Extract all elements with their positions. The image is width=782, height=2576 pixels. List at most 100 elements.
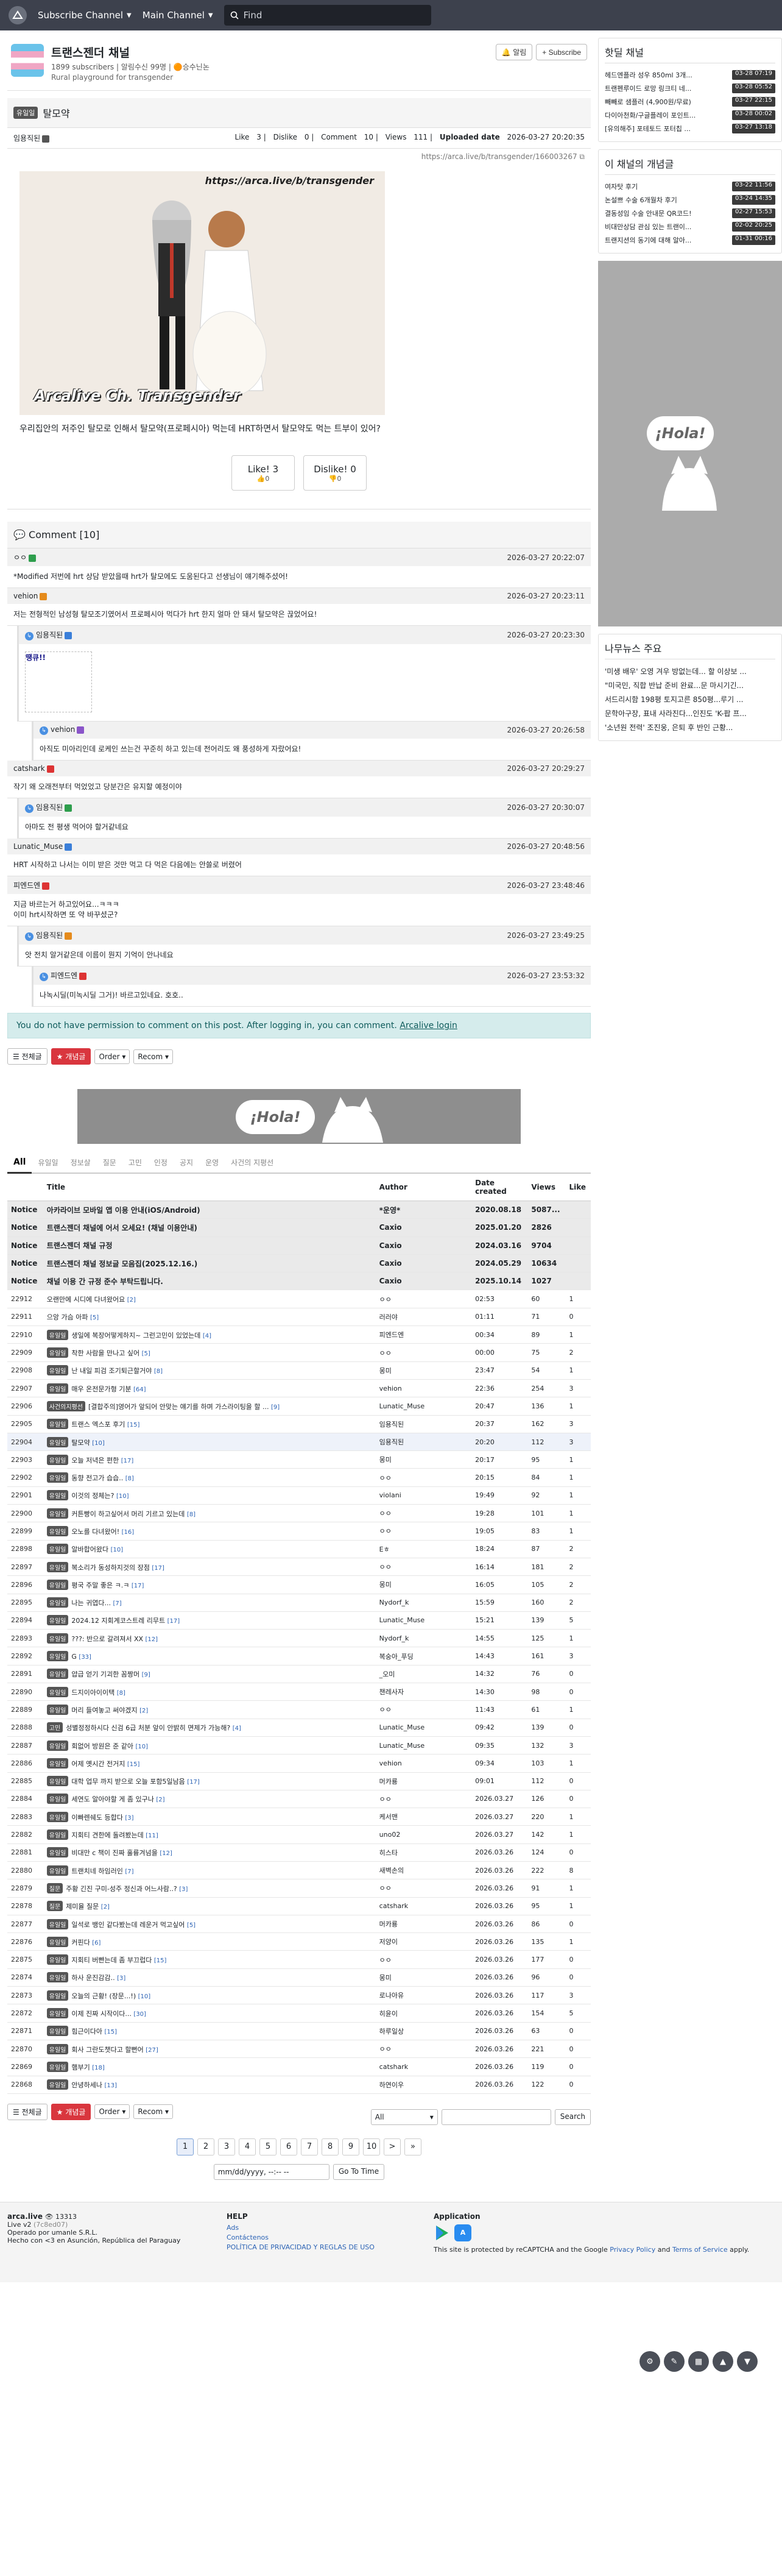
post-title[interactable]: 알바합어왔다 xyxy=(71,1545,108,1553)
comment-author[interactable]: catshark xyxy=(13,764,54,773)
post-title[interactable]: 오늘 저녁은 편한 xyxy=(71,1457,119,1464)
notice-row[interactable]: Notice 트랜스젠더 채널 규정 Caxio 2024.03.16 9704 xyxy=(7,1237,591,1255)
post-author[interactable]: ㅇㅇ xyxy=(375,1290,472,1308)
edit-icon[interactable]: ✎ xyxy=(664,2351,685,2372)
comment-author[interactable]: vehion xyxy=(13,592,48,600)
post-title-cell[interactable]: 유일일 이빠렌쉐도 등합다 [3] xyxy=(43,1808,376,1826)
post-author[interactable]: Nydorf_k xyxy=(375,1594,472,1612)
post-title[interactable]: 오늘의 근황! (장문...!) xyxy=(71,1992,136,2000)
post-title-cell[interactable]: 유일일 회사 그란도챗다고 할뻔어 [27] xyxy=(43,2040,376,2059)
article-author[interactable]: 임용직된 xyxy=(13,133,50,143)
table-row[interactable]: 22891 유일일 얍급 얻기 기괴한 꼼짱머 [9] _오미 14:32 76 0 xyxy=(7,1665,591,1684)
notice-row[interactable]: Notice 채널 이용 간 규정 준수 부탁드립니다. Caxio 2025.10.… xyxy=(7,1272,591,1291)
table-row[interactable]: 22871 유일일 힘근이다아 [15] 하루일상 2026.03.26 63 0 xyxy=(7,2022,591,2040)
footer-link-ads[interactable]: Ads xyxy=(227,2223,409,2233)
post-title[interactable]: 탈모약 xyxy=(71,1439,90,1447)
post-title-cell[interactable]: 유일일 탈모약 [10] xyxy=(43,1433,376,1452)
post-title[interactable]: G xyxy=(71,1653,77,1661)
post-title[interactable]: 트랜스 엑스포 후기 xyxy=(71,1421,125,1428)
main-channel-menu[interactable]: Main Channel ▼ xyxy=(143,10,213,21)
news-item[interactable]: '미생 배우' 오영 겨우 방없는데... 할 이상보 ... xyxy=(605,664,775,678)
sidebar-list-item[interactable]: 빼빼로 샘플러 (4,900원/무료) 03-27 22:15 xyxy=(605,95,775,108)
sidebar-list-item[interactable]: [유의해주] 포테토드 포터칩 ... 03-27 13:18 xyxy=(605,122,775,135)
post-title[interactable]: 회없어 방원은 준 같아 xyxy=(71,1742,133,1750)
post-author[interactable]: ㅇㅇ xyxy=(375,1879,472,1898)
post-title[interactable]: 비대만 c 책이 진짜 훌륭겨넘을 xyxy=(71,1849,157,1857)
subscribe-button[interactable]: + Subscribe xyxy=(536,44,587,60)
post-title-cell[interactable]: 유일일 평국 주말 좋은 ㅋ.ㅋ [17] xyxy=(43,1575,376,1594)
post-title-cell[interactable]: 유일일 2024.12 지회계코스트레 리무트 [17] xyxy=(43,1611,376,1630)
post-title[interactable]: 회사 그란도챗다고 할뻔어 xyxy=(71,2046,143,2054)
comment-author[interactable]: ㅇㅇ xyxy=(13,552,37,562)
hotdeal-title[interactable]: 핫딜 채널 xyxy=(605,44,775,63)
post-title[interactable]: 힘근이다아 xyxy=(71,2028,102,2035)
table-row[interactable]: 22901 유일일 이것의 정체는? [10] violani 19:49 92 1 xyxy=(7,1486,591,1505)
goto-time-button[interactable]: Go To Time xyxy=(333,2163,385,2180)
post-title[interactable]: [결합주의]영어가 앞되어 안맞는 얘기를 하며 가스라이팅을 할 ... xyxy=(88,1403,269,1411)
page-button[interactable]: 9 xyxy=(342,2138,359,2156)
post-author[interactable]: Lunatic_Muse xyxy=(375,1397,472,1416)
post-title-cell[interactable]: 유일일 하사 운진감감.. [3] xyxy=(43,1968,376,1987)
post-author[interactable]: 임용직된 xyxy=(375,1433,472,1452)
post-author[interactable]: catshark xyxy=(375,2057,472,2076)
post-author[interactable]: vehion xyxy=(375,1379,472,1398)
post-title-cell[interactable]: 유일일 지회티 버빤는데 좀 부끄럽다 [15] xyxy=(43,1950,376,1969)
post-title[interactable]: 하사 운진감감.. xyxy=(71,1974,114,1982)
google-play-icon[interactable] xyxy=(434,2224,451,2241)
table-row[interactable]: 22912 오랜만에 시디에 다녀왔어요 [2] ㅇㅇ 02:53 60 1 xyxy=(7,1290,591,1308)
post-author[interactable]: 몽미 xyxy=(375,1361,472,1380)
post-title-cell[interactable]: 유일일 커핀다 [6] xyxy=(43,1932,376,1951)
post-title[interactable]: 드지이아이이택 xyxy=(71,1689,114,1697)
post-author[interactable]: 러러야 xyxy=(375,1308,472,1327)
post-title[interactable]: 햄부기 xyxy=(71,2063,90,2071)
post-author[interactable]: ㅇㅇ xyxy=(375,1700,472,1719)
search-input[interactable]: Find xyxy=(224,5,431,26)
channel-title[interactable]: 트랜스젠더 채널 xyxy=(51,44,496,60)
post-author[interactable]: 몽미 xyxy=(375,1450,472,1469)
page-button[interactable]: 6 xyxy=(280,2138,297,2156)
post-title[interactable]: 이빠렌쉐도 등합다 xyxy=(71,1814,122,1822)
table-row[interactable]: 22904 유일일 탈모약 [10] 임용직된 20:20 112 3 xyxy=(7,1433,591,1452)
table-row[interactable]: 22893 유일일???: 반으로 갈려져서 XX [12] Nydorf_k 14:… xyxy=(7,1629,591,1648)
post-author[interactable]: 하연이우 xyxy=(375,2076,472,2094)
post-author[interactable]: violani xyxy=(375,1486,472,1505)
post-author[interactable]: 몽미 xyxy=(375,1968,472,1987)
table-row[interactable]: 22869 유일일 햄부기 [18] catshark 2026.03.26 119 0 xyxy=(7,2057,591,2076)
tab-category[interactable]: 유일일 xyxy=(32,1152,64,1173)
sidebar-list-item[interactable]: 헤드엔플라 성우 850ml 3개... 03-28 07:19 xyxy=(605,68,775,82)
post-author[interactable]: vehion xyxy=(375,1754,472,1773)
table-row[interactable]: 22868 유일일 안녕하세나 [13] 하연이우 2026.03.26 122 0 xyxy=(7,2076,591,2094)
post-author[interactable]: 히스타 xyxy=(375,1843,472,1862)
table-row[interactable]: 22898 유일일 알바합어왔다 [10] Eㅎ 18:24 87 2 xyxy=(7,1540,591,1558)
page-button[interactable]: » xyxy=(404,2138,421,2156)
post-author[interactable]: Lunatic_Muse xyxy=(375,1736,472,1755)
post-author[interactable]: 히윤이 xyxy=(375,2004,472,2023)
table-row[interactable]: 22907 유일일 매우 온전문가형 기분 [64] vehion 22:36 254 3 xyxy=(7,1379,591,1398)
all-posts-button[interactable]: ☰ 전체글 xyxy=(7,1048,48,1065)
post-author[interactable]: Nydorf_k xyxy=(375,1629,472,1648)
sidebar-list-item[interactable]: 트랜펜루이드 로망 링크티 네... 03-28 05:52 xyxy=(605,82,775,95)
post-title-cell[interactable]: 유일일 동향 전고가 습습.. [8] xyxy=(43,1468,376,1487)
article-url[interactable]: https://arca.live/b/transgender/16600326… xyxy=(7,149,591,165)
tab-category[interactable]: 고민 xyxy=(122,1152,148,1173)
channel-logo[interactable] xyxy=(11,44,44,77)
order-select-bottom[interactable]: Order ▾ xyxy=(94,2104,130,2120)
table-row[interactable]: 22897 유일일 복소리가 동성하지것의 장점 [17] ㅇㅇ 16:14 181 2 xyxy=(7,1558,591,1577)
post-title-cell[interactable]: 유일일 일석로 뱅인 같다봤는데 레운거 먹고싶어 [5] xyxy=(43,1915,376,1934)
post-author[interactable]: 케서맨 xyxy=(375,1808,472,1826)
recom-select[interactable]: Recom ▾ xyxy=(133,1049,174,1064)
footer-link-privacy[interactable]: POLÍTICA DE PRIVACIDAD Y REGLAS DE USO xyxy=(227,2243,409,2252)
post-title-cell[interactable]: 유일일???: 반으로 갈려져서 XX [12] xyxy=(43,1629,376,1648)
post-title[interactable]: 나는 귀엽다... xyxy=(71,1599,111,1607)
privacy-policy-link[interactable]: Privacy Policy xyxy=(610,2246,655,2254)
table-row[interactable]: 22903 유일일 오늘 저녁은 편한 [17] 몽미 20:17 95 1 xyxy=(7,1450,591,1469)
post-title-cell[interactable]: 유일일 햄부기 [18] xyxy=(43,2057,376,2076)
post-author[interactable]: ㅇㅇ xyxy=(375,2040,472,2059)
copy-icon[interactable]: ⧉ xyxy=(579,152,585,161)
post-title-cell[interactable]: 유일일 대학 업무 까지 받으로 오늘 포함5일남음 [17] xyxy=(43,1772,376,1790)
post-author[interactable]: ㅇㅇ xyxy=(375,1950,472,1969)
comment-author[interactable]: ↳ 피엔드엔 xyxy=(40,970,87,981)
post-title-cell[interactable]: 오랜만에 시디에 다녀왔어요 [2] xyxy=(43,1290,376,1308)
post-title[interactable]: 2024.12 지회계코스트레 리무트 xyxy=(71,1617,165,1625)
post-author[interactable]: 복숭아_푸딩 xyxy=(375,1647,472,1666)
